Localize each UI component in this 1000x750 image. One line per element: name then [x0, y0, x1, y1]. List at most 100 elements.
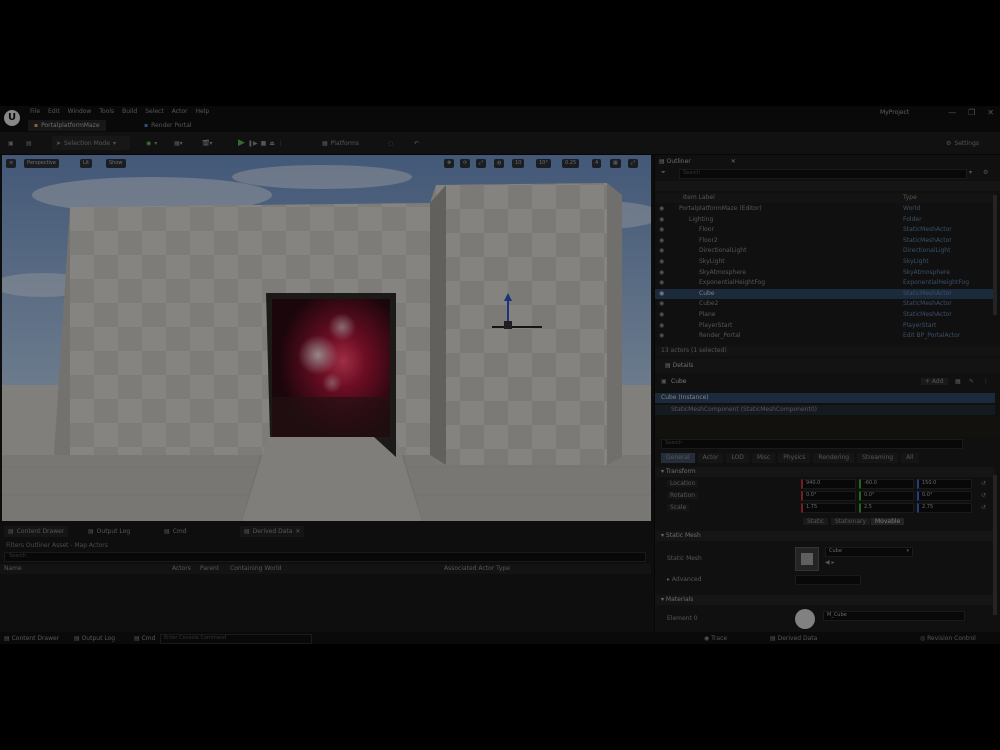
- blueprint-icon[interactable]: ▦: [955, 378, 961, 385]
- component-row[interactable]: StaticMeshComponent (StaticMeshComponent…: [655, 405, 995, 415]
- save-icon[interactable]: ▣: [4, 136, 18, 150]
- transform-label[interactable]: Location: [667, 480, 699, 487]
- col-world[interactable]: Containing World: [230, 565, 282, 572]
- category-tab[interactable]: All: [901, 453, 919, 463]
- transform-label[interactable]: Rotation: [667, 492, 699, 499]
- menu-window[interactable]: Window: [68, 108, 92, 115]
- tab-derived-data[interactable]: ▤ Derived Data ✕: [240, 526, 305, 537]
- camera-speed-value[interactable]: 4: [592, 159, 602, 168]
- status-derived-data[interactable]: ▤ Derived Data: [770, 635, 817, 642]
- details-search-input[interactable]: Search: [661, 439, 963, 449]
- col-actor-type[interactable]: Associated Actor Type: [444, 565, 510, 572]
- close-icon[interactable]: ✕: [295, 528, 300, 535]
- menu-edit[interactable]: Edit: [48, 108, 60, 115]
- static-mesh-thumbnail[interactable]: [795, 547, 819, 571]
- static-mesh-header[interactable]: ▾ Static Mesh: [655, 531, 995, 541]
- col-name[interactable]: Name: [4, 565, 22, 572]
- platforms-button[interactable]: ▦ Platforms: [318, 136, 363, 150]
- outliner-row[interactable]: ◉ Floor StaticMeshActor: [655, 225, 995, 235]
- transform-label[interactable]: Scale: [667, 504, 690, 511]
- add-actor-button[interactable]: ◉ ▾: [142, 136, 161, 150]
- transform-rotation-y-field[interactable]: 0.0°: [859, 491, 914, 501]
- transform-location-z-field[interactable]: 150.0: [917, 479, 972, 489]
- outliner-row[interactable]: ◉ ExponentialHeightFog ExponentialHeightFo…: [655, 278, 995, 288]
- reset-icon[interactable]: ↺: [981, 492, 986, 499]
- reset-icon[interactable]: ↺: [981, 480, 986, 487]
- category-tab[interactable]: Physics: [778, 453, 811, 463]
- world-local-icon[interactable]: ◍: [494, 159, 505, 168]
- mobility-stationary[interactable]: Stationary: [831, 518, 871, 525]
- status-revision-control[interactable]: ◎ Revision Control: [920, 635, 976, 642]
- viewport-menu-icon[interactable]: ≡: [6, 159, 17, 168]
- minimize-icon[interactable]: —: [948, 108, 956, 117]
- angle-snap-value[interactable]: 10°: [536, 159, 551, 168]
- header-type[interactable]: Type: [903, 194, 917, 201]
- grid-snap-value[interactable]: 10: [512, 159, 525, 168]
- browse-icon[interactable]: ▤: [22, 136, 36, 150]
- outliner-row[interactable]: ◉ SkyAtmosphere SkyAtmosphere: [655, 268, 995, 278]
- outliner-row[interactable]: ◉ SkyLight SkyLight: [655, 257, 995, 267]
- stop-icon[interactable]: ■: [261, 140, 267, 147]
- add-filter-icon[interactable]: ▾: [969, 169, 972, 176]
- level-tab[interactable]: ▪ PortalplatformMaze: [28, 120, 106, 131]
- material-sphere-icon[interactable]: [795, 609, 815, 629]
- transform-scale-z-field[interactable]: 2.75: [917, 503, 972, 513]
- settings-button[interactable]: ⚙ Settings: [942, 136, 983, 150]
- header-item-label[interactable]: Item Label: [683, 194, 715, 201]
- transform-rotation-x-field[interactable]: 0.0°: [801, 491, 856, 501]
- bottom-search-input[interactable]: Search: [4, 552, 646, 562]
- root-component-row[interactable]: Cube (Instance): [655, 393, 995, 403]
- advanced-field[interactable]: [795, 575, 861, 585]
- transform-scale-x-field[interactable]: 1.75: [801, 503, 856, 513]
- outliner-row[interactable]: ◉ PortalplatformMaze (Editor) World: [655, 204, 995, 214]
- menu-tools[interactable]: Tools: [99, 108, 114, 115]
- materials-header[interactable]: ▾ Materials: [655, 595, 995, 605]
- eject-icon[interactable]: ⏏: [269, 140, 275, 147]
- outliner-row[interactable]: ◉ Cube2 StaticMeshActor: [655, 299, 995, 309]
- actor-name[interactable]: Cube: [671, 378, 687, 385]
- tab-cmd[interactable]: ▤ Cmd: [160, 526, 191, 537]
- tab-output-log[interactable]: ▤ Output Log: [84, 526, 134, 537]
- add-component-button[interactable]: + Add: [921, 378, 948, 385]
- rotate-icon[interactable]: ⟳: [460, 159, 471, 168]
- perspective-dropdown[interactable]: Perspective: [24, 159, 59, 168]
- lit-dropdown[interactable]: Lit: [80, 159, 93, 168]
- status-content-drawer[interactable]: ▤ Content Drawer: [4, 635, 59, 642]
- outliner-tab[interactable]: ▤ Outliner ✕: [659, 158, 736, 165]
- outliner-row[interactable]: ◉ PlayerStart PlayerStart: [655, 321, 995, 331]
- transform-scale-y-field[interactable]: 2.5: [859, 503, 914, 513]
- visibility-eye-icon[interactable]: ◉: [659, 247, 664, 254]
- advanced-row[interactable]: ▸ Advanced: [655, 575, 995, 585]
- col-actors[interactable]: Actors: [172, 565, 191, 572]
- outliner-row[interactable]: ◉ Plane StaticMeshActor: [655, 310, 995, 320]
- category-tab[interactable]: Actor: [697, 453, 724, 463]
- visibility-eye-icon[interactable]: ◉: [659, 279, 664, 286]
- details-scrollbar[interactable]: [993, 475, 997, 615]
- visibility-eye-icon[interactable]: ◉: [659, 322, 664, 329]
- close-icon[interactable]: ✕: [731, 158, 736, 165]
- status-output-log[interactable]: ▤ Output Log: [74, 635, 115, 642]
- category-tab[interactable]: General: [661, 453, 695, 463]
- category-tab[interactable]: Streaming: [857, 453, 899, 463]
- outliner-row[interactable]: ◉ Lighting Folder: [655, 215, 995, 225]
- menu-select[interactable]: Select: [145, 108, 164, 115]
- mode-dropdown[interactable]: ➤ Selection Mode ▾: [52, 136, 130, 150]
- scale-icon[interactable]: ⤢: [476, 159, 487, 168]
- viewport-layout-icon[interactable]: ▦: [610, 159, 621, 168]
- status-trace[interactable]: ◉ Trace: [704, 635, 727, 642]
- source-tab[interactable]: ▪ Render Portal: [140, 120, 196, 131]
- transform-location-x-field[interactable]: 940.0: [801, 479, 856, 489]
- outliner-row[interactable]: ◉ Render_Portal Edit BP_PortalActor: [655, 331, 995, 341]
- menu-build[interactable]: Build: [122, 108, 137, 115]
- reset-icon[interactable]: ↺: [981, 504, 986, 511]
- visibility-eye-icon[interactable]: ◉: [659, 237, 664, 244]
- mobility-movable[interactable]: Movable: [871, 518, 905, 525]
- menu-file[interactable]: File: [30, 108, 40, 115]
- play-icon[interactable]: ▶: [238, 138, 245, 148]
- transform-location-y-field[interactable]: -60.0: [859, 479, 914, 489]
- visibility-eye-icon[interactable]: ◉: [659, 205, 664, 212]
- source-control-icon[interactable]: ◌: [384, 136, 397, 150]
- maximize-viewport-icon[interactable]: ⤢: [628, 159, 639, 168]
- outliner-search-input[interactable]: Search: [679, 169, 967, 179]
- outliner-row[interactable]: ◉ Cube StaticMeshActor: [655, 288, 995, 299]
